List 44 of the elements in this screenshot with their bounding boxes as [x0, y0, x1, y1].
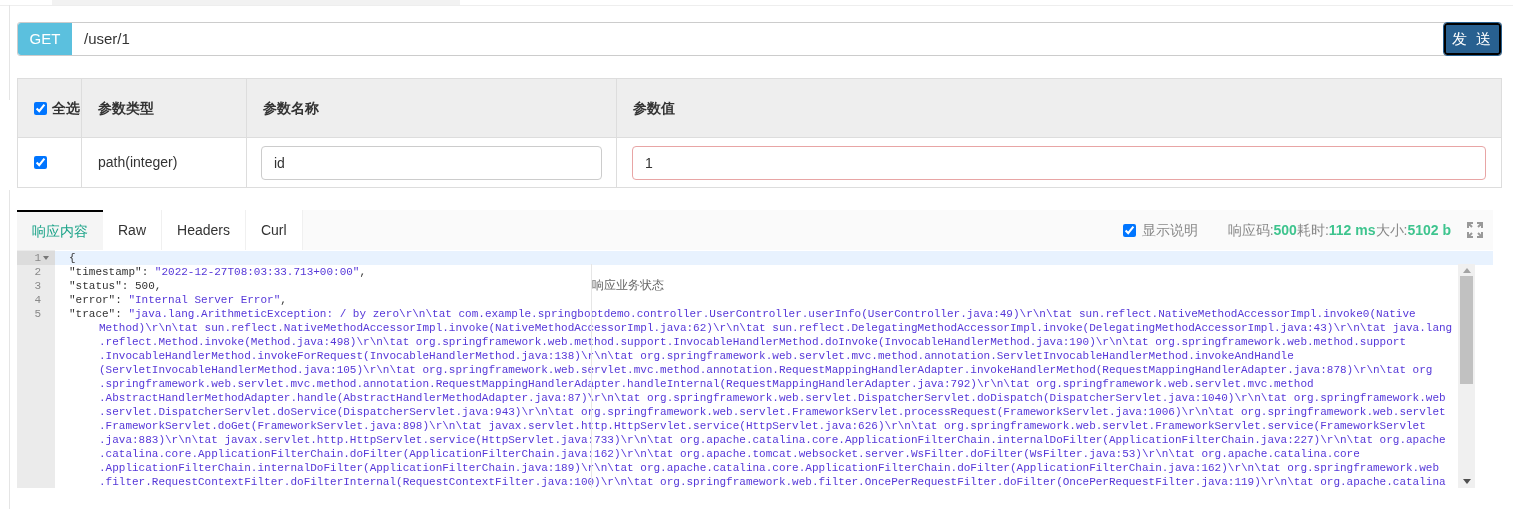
- scrollbar[interactable]: [1458, 264, 1475, 488]
- param-name-field[interactable]: id: [261, 145, 602, 180]
- code-line: "status": 500,: [68, 280, 162, 292]
- line-number: 5: [34, 307, 41, 321]
- code-line: .servlet.DispatcherServlet.doService(DispatcherServlet.java:943)\r\n\tat org.springframework.web.servlet.FrameworkServlet.processRequest(FrameworkServlet.java:1006)\r\n\tat org.springframework.web.servlet: [99, 406, 1446, 418]
- code-line: .ApplicationFilterChain.internalDoFilter(ApplicationFilterChain.java:189)\r\n\tat org.apache.catalina.core.ApplicationFilterChain.doFilter(ApplicationFilterChain.java:162)\r\n\tat org.springframework.web: [99, 462, 1440, 474]
- code-line: .reflect.Method.invoke(Method.java:498)\r\n\tat org.springframework.web.method.support.InvocableHandlerMethod.doInvoke(InvocableHandlerMethod.java:190)\r\n\tat org.springframework.web.method.support: [99, 336, 1406, 348]
- scroll-up-icon[interactable]: [1462, 268, 1471, 273]
- select-all-label: 全选: [52, 98, 80, 118]
- scroll-down-icon[interactable]: [1462, 479, 1471, 484]
- code-line: {: [68, 252, 76, 264]
- line-number: 1: [34, 251, 41, 265]
- column-header: 参数类型: [98, 98, 154, 118]
- column-header: 参数值: [633, 98, 675, 118]
- param-type: path(integer): [98, 153, 178, 172]
- response-stats: 响应码:500耗时:112 ms大小:5102 b: [1227, 220, 1451, 240]
- response-tab[interactable]: Headers: [162, 210, 246, 250]
- field-description: 响应业务状态: [592, 278, 664, 292]
- fold-caret-icon[interactable]: [43, 256, 49, 260]
- show-description-checkbox[interactable]: [1122, 223, 1136, 237]
- scrollbar-thumb[interactable]: [1460, 276, 1473, 384]
- fullscreen-icon[interactable]: [1467, 222, 1483, 238]
- line-number: 3: [34, 279, 41, 293]
- show-description-label: 显示说明: [1141, 220, 1198, 240]
- code-line: .FrameworkServlet.doGet(FrameworkServlet.java:898)\r\n\tat javax.servlet.http.HttpServlet.service(HttpServlet.java:626)\r\n\tat org.springframework.web.servlet.FrameworkServlet.service(FrameworkServlet: [99, 420, 1426, 432]
- code-line: "timestamp": "2022-12-27T08:03:33.713+00:00",: [68, 266, 367, 278]
- code-line: .springframework.web.servlet.mvc.method.annotation.RequestMappingHandlerAdapter.handleInternal(RequestMappingHandlerAdapter.java:792)\r\n\tat org.springframework.web.servlet.mvc.method: [99, 378, 1314, 390]
- line-number: 2: [34, 265, 41, 279]
- code-line: .filter.RequestContextFilter.doFilterInternal(RequestContextFilter.java:100)\r\n\tat org.springframework.web.filter.OncePerRequestFilter.doFilter(OncePerRequestFilter.java:119)\r\n\tat org.apache.catalina: [99, 476, 1446, 488]
- code-line: "trace": "java.lang.ArithmeticException: / by zero\r\n\tat com.example.springbootdemo.controller.UserController.userInfo(UserController.java:49)\r\n\tat sun.reflect.NativeMethodAccessorImpl.invoke0(Native: [68, 308, 1416, 320]
- line-number: 4: [34, 293, 41, 307]
- code-line: "error": "Internal Server Error",: [68, 294, 287, 306]
- code-line: .java:883)\r\n\tat javax.servlet.http.HttpServlet.service(HttpServlet.java:733)\r\n\tat org.apache.catalina.core.ApplicationFilterChain.internalDoFilter(ApplicationFilterChain.java:227)\r\n\tat org.apache: [99, 434, 1446, 446]
- param-value-field[interactable]: 1: [632, 145, 1486, 180]
- code-line: .catalina.core.ApplicationFilterChain.doFilter(ApplicationFilterChain.java:162)\r\n\tat org.apache.tomcat.websocket.server.WsFilter.doFilter(WsFilter.java:53)\r\n\tat org.apache.catalina.core: [99, 448, 1360, 460]
- code-line: Method)\r\n\tat sun.reflect.NativeMethodAccessorImpl.invoke(NativeMethodAccessorImpl.java:62)\r\n\tat sun.reflect.DelegatingMethodAccessorImpl.invoke(DelegatingMethodAccessorImpl.java:43)\r\n\tat java.lang: [99, 322, 1453, 334]
- response-tab[interactable]: Curl: [245, 210, 303, 250]
- code-line: .InvocableHandlerMethod.invokeForRequest(InvocableHandlerMethod.java:138)\r\n\tat org.springframework.web.servlet.mvc.method.annotation.ServletInvocableHandlerMethod.invokeAndHandle: [99, 350, 1294, 362]
- select-all-checkbox[interactable]: [34, 101, 47, 115]
- row-checkbox[interactable]: [34, 156, 47, 169]
- column-header: 参数名称: [263, 98, 319, 118]
- code-line: .AbstractHandlerMethodAdapter.handle(AbstractHandlerMethodAdapter.java:87)\r\n\tat org.springframework.web.servlet.DispatcherServlet.doDispatch(DispatcherServlet.java:1040)\r\n\tat org.springframework.web: [99, 392, 1446, 404]
- response-tab[interactable]: Raw: [103, 210, 162, 250]
- code-line: (ServletInvocableHandlerMethod.java:105)\r\n\tat org.springframework.web.servlet.mvc.method.annotation.RequestMappingHandlerAdapter.invokeHandlerMethod(RequestMappingHandlerAdapter.java:878)\r\n\tat org: [99, 364, 1433, 376]
